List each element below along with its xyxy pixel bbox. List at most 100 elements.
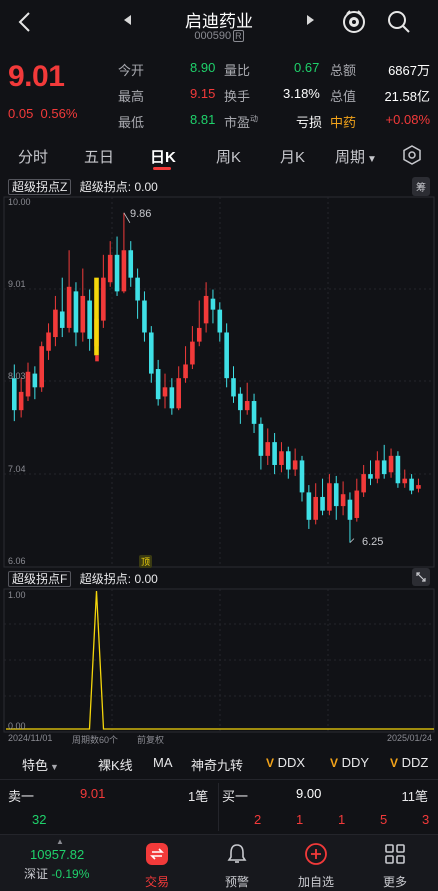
index-ticker[interactable]: ▲ 10957.82 深证 -0.19%	[0, 835, 112, 891]
y-tick-top: 10.00	[8, 197, 31, 207]
pe-label: 市盈动	[224, 112, 258, 131]
tab-add-watchlist[interactable]: 加自选	[291, 873, 341, 890]
ddz-toggle[interactable]: V DDZ	[390, 755, 428, 770]
high-pointer	[123, 212, 131, 223]
pe-label-sup: 动	[250, 114, 259, 124]
sub-indicator-chart[interactable]	[0, 588, 438, 733]
date-start: 2024/11/01	[8, 733, 53, 743]
stock-name: 启迪药业	[185, 12, 253, 31]
candle-body	[381, 460, 387, 475]
candle-body	[162, 387, 168, 397]
settings-icon[interactable]	[402, 145, 422, 165]
candle-body	[333, 483, 339, 507]
price-change: 0.05 0.56%	[8, 106, 77, 121]
low-pointer	[349, 538, 355, 543]
candle-body	[416, 485, 421, 489]
open-value: 8.90	[190, 60, 216, 75]
candle-body	[135, 277, 140, 301]
trade-icon[interactable]	[146, 843, 168, 865]
financing-badge: R	[233, 30, 244, 42]
tab-more[interactable]: 更多	[370, 873, 420, 890]
ddz-label: DDZ	[401, 755, 429, 770]
ddx-toggle[interactable]: V DDX	[266, 755, 305, 770]
sell1-count: 1笔	[188, 789, 209, 804]
y-tick-3: 8.03	[8, 371, 26, 381]
buy-qty-5: 3	[422, 812, 430, 827]
next-stock-icon[interactable]	[304, 12, 318, 28]
candle-body	[354, 490, 360, 518]
signal-marker	[95, 355, 99, 362]
magic-nine-toggle[interactable]: 神奇九转	[191, 755, 243, 774]
tab-alert[interactable]: 预警	[212, 873, 262, 890]
main-indicator-value: 超级拐点: 0.00	[79, 180, 158, 194]
change-amount: 0.05	[8, 106, 34, 121]
special-indicators-menu[interactable]: 特色 ▼	[22, 755, 59, 774]
ddy-label: DDY	[341, 755, 370, 770]
index-name: 深证	[24, 867, 49, 881]
candle-body	[361, 474, 366, 493]
candle-body	[224, 332, 229, 379]
ddx-label: DDX	[277, 755, 306, 770]
divider	[0, 779, 438, 780]
bell-icon[interactable]	[226, 842, 248, 866]
kline-chart[interactable]	[0, 196, 438, 568]
up-arrow-icon: ▲	[56, 837, 64, 846]
search-icon[interactable]	[386, 9, 412, 35]
expand-icon[interactable]	[412, 568, 430, 586]
top-signal-badge[interactable]: 顶	[139, 555, 153, 568]
tab-daily-k[interactable]: 日K	[150, 146, 176, 167]
candle-body	[32, 373, 38, 388]
sell1-label: 卖一	[8, 789, 35, 804]
index-pct: -0.19%	[51, 867, 90, 881]
assistant-icon[interactable]	[340, 7, 368, 35]
period-count: 周期数60个	[72, 735, 119, 745]
ddy-toggle[interactable]: V DDY	[330, 755, 369, 770]
candle-body	[142, 300, 147, 333]
candle-body	[231, 378, 236, 397]
pe-label-text: 市盈	[224, 115, 251, 130]
date-end: 2025/01/24	[386, 733, 432, 743]
candle-body	[292, 460, 298, 470]
buy-qty-3: 1	[338, 812, 346, 827]
tab-weekly-k[interactable]: 周K	[216, 146, 241, 167]
sub-indicator-selector[interactable]: 超级拐点F	[8, 571, 72, 587]
tab-trade[interactable]: 交易	[132, 873, 182, 890]
buy1-price: 9.00	[296, 786, 322, 801]
buy-qty-4: 5	[380, 812, 388, 827]
sector-link[interactable]: 中药	[330, 112, 356, 131]
candle-body	[313, 496, 318, 520]
chart-border	[3, 196, 435, 568]
add-circle-icon[interactable]	[304, 842, 328, 866]
turnover-rate-value: 3.18%	[283, 86, 320, 101]
candle-body	[388, 455, 394, 473]
vip-icon: V	[330, 756, 339, 770]
main-indicator-selector[interactable]: 超级拐点Z	[8, 179, 72, 195]
stock-code: 000590 R	[0, 30, 438, 42]
candle-body	[306, 492, 312, 520]
candle-body	[176, 378, 181, 409]
tab-monthly-k[interactable]: 月K	[280, 146, 305, 167]
candle-body	[183, 364, 188, 379]
tab-five-day[interactable]: 五日	[84, 146, 114, 167]
high-annotation: 9.86	[130, 208, 152, 220]
candle-body	[320, 496, 325, 511]
adjust-mode[interactable]: 前复权	[137, 733, 164, 746]
naked-k-toggle[interactable]: 裸K线	[98, 755, 133, 774]
candle-body	[190, 341, 195, 365]
low-annotation: 6.25	[362, 536, 384, 548]
tab-period[interactable]: 周期 ▼	[335, 146, 377, 167]
volume-ratio-value: 0.67	[294, 60, 320, 75]
tab-intraday[interactable]: 分时	[18, 146, 48, 167]
candle-body	[155, 369, 161, 400]
candle-body	[46, 332, 51, 351]
chip-distribution-button[interactable]: 筹	[412, 177, 430, 196]
sub-indicator-bar: 超级拐点F 超级拐点: 0.00	[8, 568, 434, 588]
index-change: 深证 -0.19%	[24, 865, 89, 882]
active-tab-indicator	[153, 167, 171, 170]
high-label: 最高	[118, 89, 145, 104]
ma-toggle[interactable]: MA	[153, 755, 173, 770]
candle-body	[210, 298, 216, 310]
candle-body	[340, 494, 346, 507]
vip-icon: V	[390, 756, 399, 770]
grid-icon[interactable]	[384, 843, 406, 865]
